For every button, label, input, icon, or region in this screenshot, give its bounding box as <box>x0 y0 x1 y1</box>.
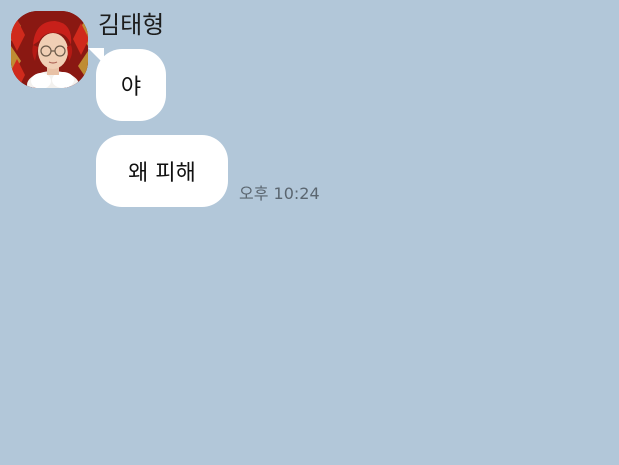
message-text: 야 <box>120 75 142 100</box>
sender-name: 김태형 <box>98 11 165 39</box>
avatar-image <box>11 11 88 88</box>
message-timestamp: 오후 10:24 <box>239 184 320 203</box>
sender-avatar[interactable] <box>11 11 88 88</box>
message-bubble[interactable]: 야 <box>96 49 166 121</box>
message-text: 왜 피해 <box>128 161 196 186</box>
message-bubble[interactable]: 왜 피해 <box>96 135 228 207</box>
